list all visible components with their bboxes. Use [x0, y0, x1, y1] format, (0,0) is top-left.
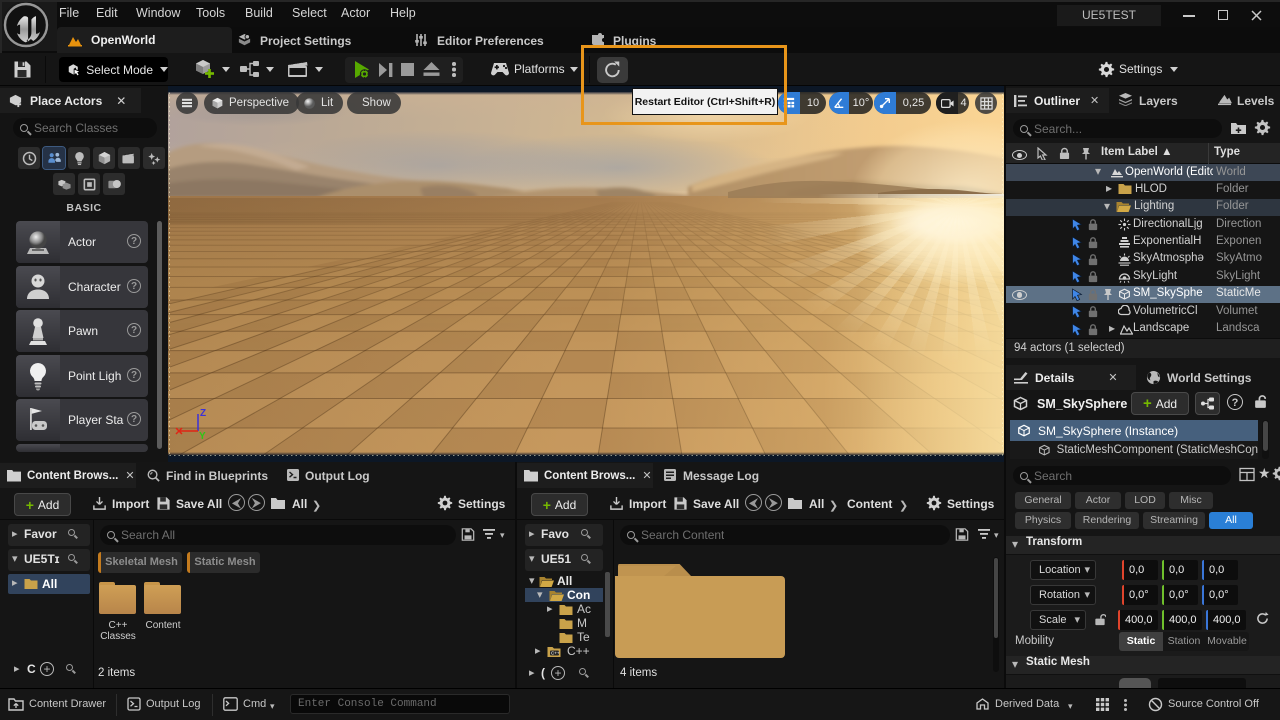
svg-text:C++: C++ [551, 651, 560, 656]
svg-text:Z: Z [200, 408, 206, 419]
svg-text:Y: Y [199, 431, 206, 440]
